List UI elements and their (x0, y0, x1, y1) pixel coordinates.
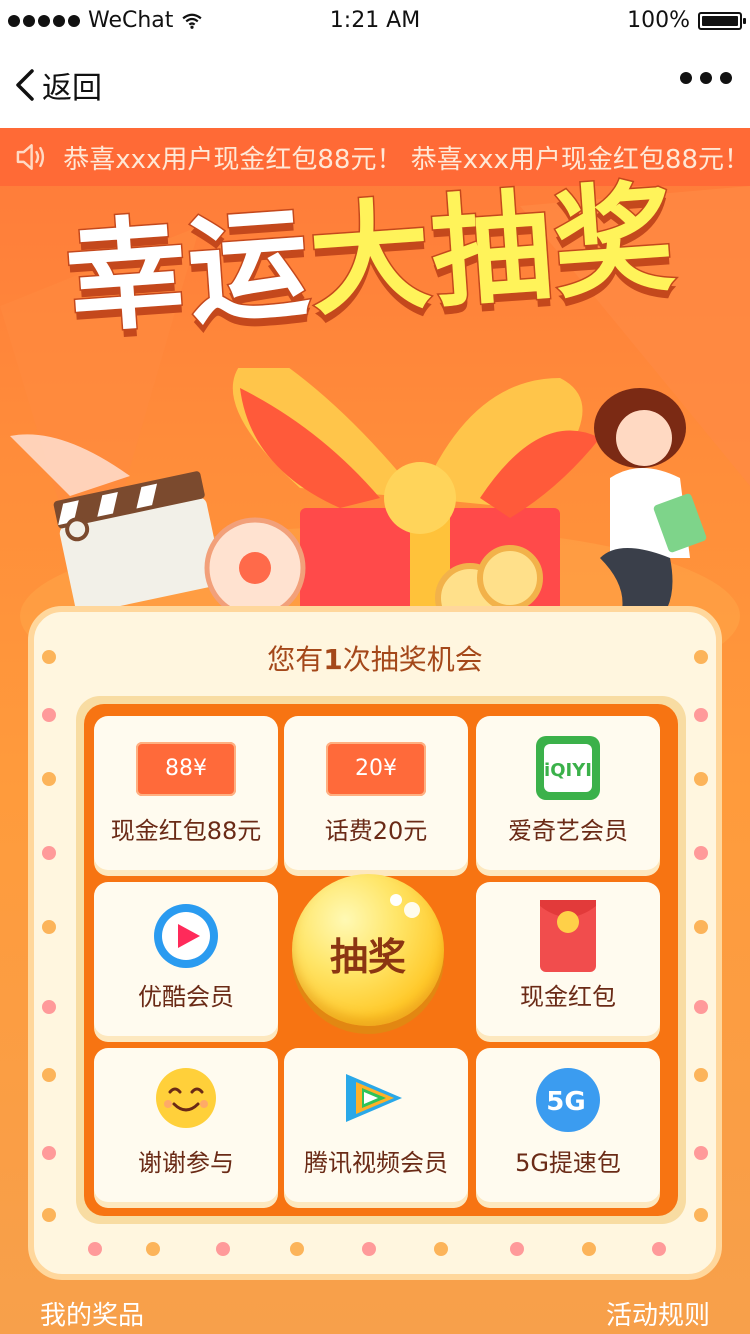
bulb-light (42, 772, 56, 786)
bulb-light (42, 650, 56, 664)
prize-board: 88¥ 现金红包88元 20¥ 话费20元 iQIYI 爱奇艺会员 优酷会员 抽… (76, 696, 686, 1224)
bulb-light (694, 650, 708, 664)
prize-label: 现金红包88元 (110, 817, 262, 845)
prize-phone-credit-20[interactable]: 20¥ 话费20元 (284, 716, 468, 870)
bulb-light (694, 920, 708, 934)
iqiyi-logo-text: iQIYI (544, 760, 592, 781)
status-right: 100% (627, 8, 746, 33)
tencent-video-icon (346, 1074, 402, 1122)
lottery-card: 您有1次抽奖机会 88¥ 现金红包88元 20¥ 话费20元 iQIYI 爱奇艺… (28, 606, 722, 1280)
iqiyi-icon: iQIYI (536, 736, 600, 800)
5g-icon: 5G (536, 1068, 600, 1132)
bulb-light (42, 920, 56, 934)
prize-label: 5G提速包 (515, 1149, 621, 1177)
prize-label: 爱奇艺会员 (508, 817, 628, 845)
prize-label: 话费20元 (324, 817, 428, 845)
prize-label: 谢谢参与 (138, 1149, 234, 1177)
bulb-light (42, 846, 56, 860)
coupon-icon: 20¥ (326, 742, 426, 796)
prize-label: 优酷会员 (138, 983, 234, 1011)
prize-grid: 88¥ 现金红包88元 20¥ 话费20元 iQIYI 爱奇艺会员 优酷会员 抽… (84, 704, 678, 1216)
more-icon-dot (700, 72, 712, 84)
status-bar: WeChat 1:21 AM 100% (0, 0, 750, 42)
bulb-light (694, 1000, 708, 1014)
bulb-light (694, 846, 708, 860)
shine-highlight (390, 894, 420, 918)
chance-heading: 您有1次抽奖机会 (34, 638, 716, 678)
coupon-value: 20¥ (355, 756, 397, 781)
5g-logo-text: 5G (546, 1087, 585, 1117)
battery-percent: 100% (627, 8, 690, 33)
prize-tencent-video-vip[interactable]: 腾讯视频会员 (284, 1048, 468, 1202)
bulb-light (694, 708, 708, 722)
draw-button[interactable]: 抽奖 (292, 874, 444, 1026)
back-button[interactable]: 返回 (12, 62, 102, 108)
bulb-light (694, 1208, 708, 1222)
back-label: 返回 (42, 71, 102, 106)
draw-label: 抽奖 (329, 935, 406, 979)
prize-5g-boost[interactable]: 5G 5G提速包 (476, 1048, 660, 1202)
red-packet-icon (540, 900, 596, 972)
chance-count: 1 (323, 643, 343, 676)
bulb-light (146, 1242, 160, 1256)
bulb-light (362, 1242, 376, 1256)
bulb-light (42, 1146, 56, 1160)
bulb-light (42, 1068, 56, 1082)
prize-label: 腾讯视频会员 (304, 1149, 448, 1177)
prize-thanks[interactable]: 谢谢参与 (94, 1048, 278, 1202)
bulb-light (216, 1242, 230, 1256)
lottery-page: 恭喜xxx用户现金红包88元！ 恭喜xxx用户现金红包88元！ 幸运 大抽奖 您… (0, 128, 750, 1334)
smiley-icon (156, 1068, 216, 1128)
more-icon-dot (720, 72, 732, 84)
prize-youku-vip[interactable]: 优酷会员 (94, 882, 278, 1036)
prize-red-packet[interactable]: 现金红包 (476, 882, 660, 1036)
bulb-light (290, 1242, 304, 1256)
youku-icon (154, 904, 218, 968)
bulb-light (694, 1068, 708, 1082)
bulb-light (42, 708, 56, 722)
chevron-left-icon (16, 69, 34, 101)
prize-iqiyi-vip[interactable]: iQIYI 爱奇艺会员 (476, 716, 660, 870)
more-button[interactable] (680, 72, 732, 84)
title-white: 幸运 (60, 193, 316, 352)
title-yellow: 大抽奖 (304, 167, 682, 334)
navbar: 返回 (0, 42, 750, 128)
prize-cash-88[interactable]: 88¥ 现金红包88元 (94, 716, 278, 870)
bulb-light (42, 1208, 56, 1222)
bulb-light (88, 1242, 102, 1256)
coupon-icon: 88¥ (136, 742, 236, 796)
coupon-value: 88¥ (165, 756, 207, 781)
bulb-light (434, 1242, 448, 1256)
bulb-light (582, 1242, 596, 1256)
bulb-light (510, 1242, 524, 1256)
footer-links: 我的奖品 活动规则 (0, 1294, 750, 1334)
chance-suffix: 次抽奖机会 (342, 643, 483, 676)
speaker-icon (16, 144, 45, 170)
rules-link[interactable]: 活动规则 (606, 1295, 710, 1332)
bulb-light (652, 1242, 666, 1256)
more-icon-dot (680, 72, 692, 84)
bulb-light (42, 1000, 56, 1014)
battery-icon (698, 11, 746, 30)
my-prizes-link[interactable]: 我的奖品 (40, 1295, 144, 1332)
prize-label: 现金红包 (520, 983, 616, 1011)
bulb-light (694, 772, 708, 786)
gift-illustration (53, 368, 707, 608)
bulb-light (694, 1146, 708, 1160)
chance-prefix: 您有 (267, 643, 324, 676)
